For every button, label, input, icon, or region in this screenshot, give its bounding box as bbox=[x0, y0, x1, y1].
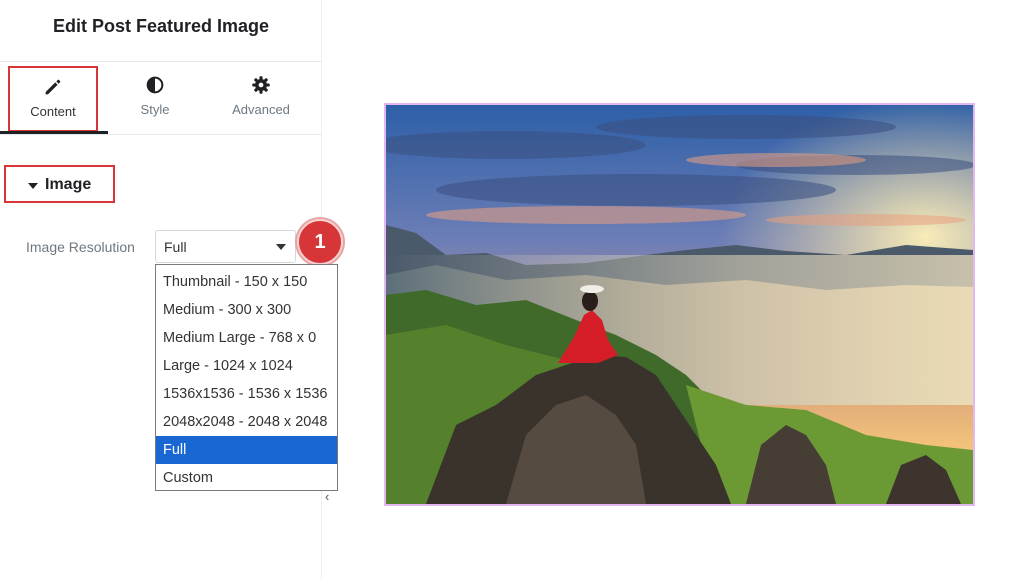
step-badge: 1 bbox=[297, 219, 343, 265]
section-title: Image bbox=[45, 176, 92, 193]
dropdown-option-selected[interactable]: Full bbox=[156, 436, 337, 464]
tab-label: Content bbox=[30, 104, 76, 119]
pencil-icon bbox=[45, 79, 61, 95]
caret-down-icon bbox=[28, 183, 38, 189]
editor-panel: Edit Post Featured Image Content Style A… bbox=[0, 0, 343, 579]
resolution-dropdown-list: Thumbnail - 150 x 150 Medium - 300 x 300… bbox=[155, 264, 338, 491]
dropdown-option[interactable]: Medium Large - 768 x 0 bbox=[156, 324, 337, 352]
caret-down-icon bbox=[276, 244, 286, 250]
dropdown-option[interactable]: Large - 1024 x 1024 bbox=[156, 352, 337, 380]
dropdown-option[interactable]: Medium - 300 x 300 bbox=[156, 296, 337, 324]
tab-advanced[interactable]: Advanced bbox=[216, 66, 306, 132]
half-circle-icon bbox=[146, 76, 164, 94]
divider bbox=[0, 61, 322, 62]
image-resolution-select[interactable]: Full bbox=[155, 230, 296, 263]
tab-content[interactable]: Content bbox=[8, 66, 98, 132]
landscape-photo bbox=[386, 105, 973, 504]
select-value: Full bbox=[164, 239, 187, 255]
panel-title: Edit Post Featured Image bbox=[52, 16, 270, 36]
dropdown-option[interactable]: 1536x1536 - 1536 x 1536 bbox=[156, 380, 337, 408]
dropdown-option[interactable]: 2048x2048 - 2048 x 2048 bbox=[156, 408, 337, 436]
image-resolution-label: Image Resolution bbox=[26, 239, 135, 255]
gear-icon bbox=[252, 76, 270, 94]
dropdown-option[interactable]: Custom bbox=[156, 464, 337, 492]
dropdown-option[interactable]: Thumbnail - 150 x 150 bbox=[156, 268, 337, 296]
featured-image-preview[interactable] bbox=[384, 103, 975, 506]
section-image-toggle[interactable]: Image bbox=[4, 165, 115, 203]
chevron-left-icon[interactable]: ‹ bbox=[325, 489, 329, 504]
divider bbox=[0, 134, 322, 135]
tab-label: Advanced bbox=[232, 102, 290, 117]
tab-style[interactable]: Style bbox=[110, 66, 200, 132]
tab-label: Style bbox=[140, 102, 170, 117]
